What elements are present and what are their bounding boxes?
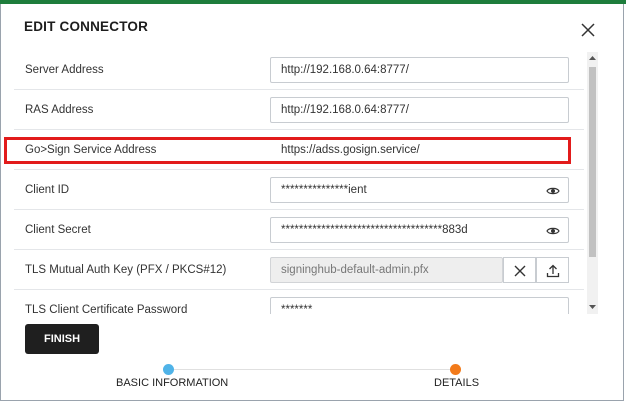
scroll-up-arrow-icon[interactable] <box>589 55 596 61</box>
client-secret-input[interactable]: ************************************883d <box>270 217 569 243</box>
gosign-service-address-label: Go>Sign Service Address <box>25 144 157 156</box>
form-row-gosign-service-address: Go>Sign Service Address https://adss.gos… <box>14 130 584 170</box>
connector-form: Server Address http://192.168.0.64:8777/… <box>14 50 584 314</box>
stepper-line <box>168 369 456 370</box>
close-button[interactable] <box>580 22 596 38</box>
server-address-value: http://192.168.0.64:8777/ <box>281 64 409 76</box>
clear-file-button[interactable] <box>503 257 536 283</box>
client-id-show-button[interactable] <box>546 184 560 196</box>
form-row-tls-auth-key: TLS Mutual Auth Key (PFX / PKCS#12) sign… <box>14 250 584 290</box>
scroll-thumb[interactable] <box>589 67 596 257</box>
ras-address-label: RAS Address <box>25 104 94 116</box>
tls-client-cert-password-value: ******* <box>281 304 313 314</box>
ras-address-input[interactable]: http://192.168.0.64:8777/ <box>270 97 569 123</box>
scroll-down-arrow-icon[interactable] <box>589 304 596 310</box>
step-label-details[interactable]: DETAILS <box>434 377 479 389</box>
ras-address-value: http://192.168.0.64:8777/ <box>281 104 409 116</box>
top-accent-bar <box>0 0 626 4</box>
form-row-client-secret: Client Secret **************************… <box>14 210 584 250</box>
tls-auth-key-label: TLS Mutual Auth Key (PFX / PKCS#12) <box>25 264 227 276</box>
server-address-label: Server Address <box>25 64 104 76</box>
upload-icon <box>546 264 560 278</box>
client-id-label: Client ID <box>25 184 70 196</box>
clear-icon <box>514 265 526 277</box>
tls-auth-key-value: signinghub-default-admin.pfx <box>281 264 429 276</box>
step-label-basic-information[interactable]: BASIC INFORMATION <box>116 377 228 389</box>
upload-file-button[interactable] <box>536 257 569 283</box>
form-scrollbar[interactable] <box>587 52 598 314</box>
gosign-service-address-value: https://adss.gosign.service/ <box>281 144 420 156</box>
client-secret-show-button[interactable] <box>546 224 560 236</box>
tls-client-cert-password-input[interactable]: ******* <box>270 297 569 314</box>
form-row-server-address: Server Address http://192.168.0.64:8777/ <box>14 50 584 90</box>
client-secret-label: Client Secret <box>25 224 91 236</box>
gosign-service-address-input[interactable]: https://adss.gosign.service/ <box>270 137 569 163</box>
tls-auth-key-input: signinghub-default-admin.pfx <box>270 257 503 283</box>
finish-button[interactable]: FINISH <box>25 324 99 354</box>
eye-icon <box>546 187 560 195</box>
client-id-input[interactable]: ***************ient <box>270 177 569 203</box>
eye-icon <box>546 227 560 235</box>
form-row-tls-client-cert-password: TLS Client Certificate Password ******* <box>14 290 584 314</box>
server-address-input[interactable]: http://192.168.0.64:8777/ <box>270 57 569 83</box>
tls-client-cert-password-label: TLS Client Certificate Password <box>25 304 188 314</box>
form-row-ras-address: RAS Address http://192.168.0.64:8777/ <box>14 90 584 130</box>
form-row-client-id: Client ID ***************ient <box>14 170 584 210</box>
close-icon <box>581 23 595 37</box>
client-id-value: ***************ient <box>281 184 367 196</box>
step-dot-basic-information[interactable] <box>163 364 174 375</box>
step-dot-details[interactable] <box>450 364 461 375</box>
client-secret-value: ************************************883d <box>281 224 468 236</box>
dialog-title: EDIT CONNECTOR <box>24 19 149 34</box>
